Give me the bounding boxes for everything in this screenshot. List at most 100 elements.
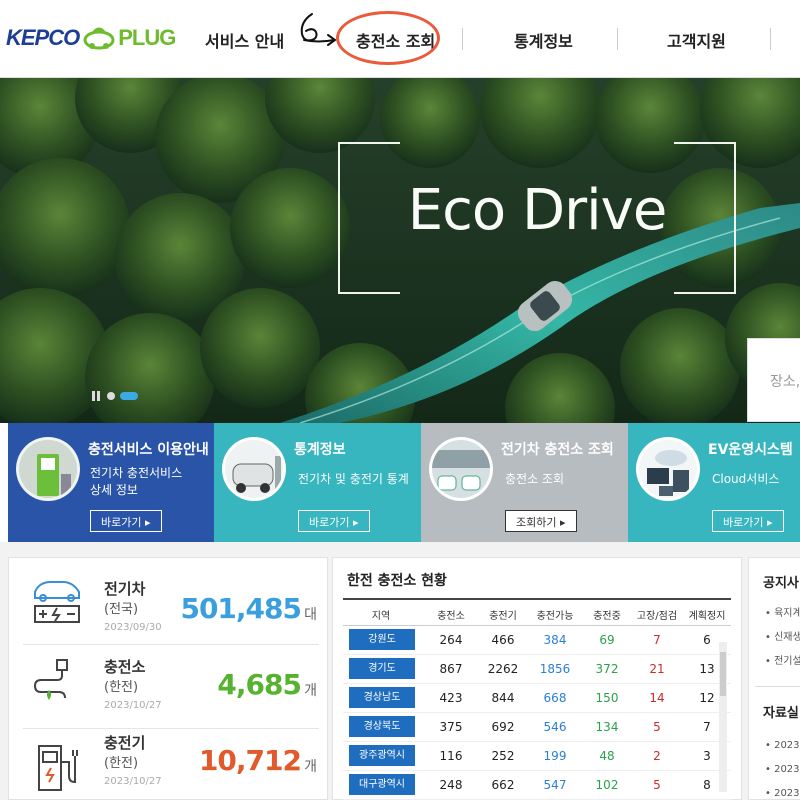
notice-item[interactable]: • 전기설 [765,652,800,667]
stat-charging-stations: 충전소 (한전) 2023/10/27 4,685 개 [9,648,329,728]
logo-kepco-text: KEPCO [6,25,80,50]
kepco-station-status-panel: 한전 충전소 현황 지역 충전소 충전기 충전가능 충전중 고장/점검 계획정지… [332,557,742,800]
card-desc: 전기차 충전서비스 [90,466,183,480]
stat-value: 10,712 [198,744,302,777]
table-row: 경기도 867 2262 1856 372 21 13 [343,655,731,684]
cell-broken: 7 [653,633,661,647]
cell-available: 384 [543,633,567,647]
cell-broken: 5 [653,778,661,792]
stat-date: 2023/09/30 [104,622,162,633]
resource-item[interactable]: • 2023년 [765,736,800,751]
cell-broken: 5 [653,720,661,734]
stat-unit: 개 [304,759,317,775]
search-shortcut-button[interactable]: 조회하기 ▸ [505,510,577,532]
ev-charger-icon [38,745,78,791]
car-battery-icon [34,581,80,623]
cell-chargers: 844 [491,691,515,705]
hero-title: Eco Drive [407,178,668,243]
panel-title: 한전 충전소 현황 [347,573,447,589]
region-button[interactable]: 경기도 [349,658,415,679]
cell-available: 547 [543,778,567,792]
stat-scope: (전국) [104,602,139,617]
cell-charging: 372 [595,662,619,676]
card-statistics[interactable]: 통계정보 전기차 및 충전기 통계 바로가기 ▸ [214,423,421,542]
table-scrollbar[interactable] [719,642,727,792]
stat-scope: (한전) [104,756,139,771]
place-search-input[interactable]: 장소, [747,338,800,422]
cell-available: 546 [543,720,567,734]
stat-label: 충전기 [104,734,146,752]
scrollbar-thumb[interactable] [720,652,726,696]
site-header: KEPCO PLUG 서비스 안내 충전소 조회 통계정보 고객지원 [0,0,800,78]
slider-dot[interactable] [107,392,115,400]
column-header: 고장/점검 [636,611,678,622]
card-desc: Cloud서비스 [712,472,780,486]
column-header: 계획정지 [688,611,726,622]
cell-chargers: 466 [491,633,515,647]
shortcut-button[interactable]: 바로가기 ▸ [90,510,162,532]
charging-station-photo [16,437,80,501]
stat-date: 2023/10/27 [104,776,162,787]
cell-stations: 248 [439,778,463,792]
nav-service-guide[interactable]: 서비스 안내 [205,28,284,52]
annotation-highlight-circle [336,11,440,65]
shortcut-button[interactable]: 바로가기 ▸ [298,510,370,532]
card-service-guide[interactable]: 충전서비스 이용안내 전기차 충전서비스 상세 정보 바로가기 ▸ [8,423,214,542]
pause-icon[interactable] [92,391,102,401]
slider-dot-active[interactable] [120,392,138,400]
resource-item[interactable]: • 2023년 [765,784,800,799]
region-button[interactable]: 경상남도 [349,687,415,708]
cell-chargers: 662 [491,778,515,792]
cell-chargers: 692 [491,720,515,734]
ev-charging-photo [222,437,286,501]
cell-chargers: 2262 [487,662,519,676]
card-desc: 충전소 조회 [505,472,565,486]
cell-broken: 21 [649,662,665,676]
cell-stations: 116 [439,749,463,763]
cell-available: 1856 [539,662,571,676]
stat-divider [23,644,319,645]
stat-chargers: 충전기 (한전) 2023/10/27 10,712 개 [9,732,329,800]
cell-broken: 2 [653,749,661,763]
card-title: 전기차 충전소 조회 [501,442,614,458]
resource-item[interactable]: • 2023년 [765,760,800,775]
resources-title[interactable]: 자료실 [763,702,799,721]
table-row: 대구광역시 248 662 547 102 5 8 [343,771,731,800]
column-header: 충전소 [437,611,465,622]
search-placeholder: 장소, [770,374,800,390]
card-title: EV운영시스템 [708,442,793,458]
cloud-devices-photo [636,437,700,501]
notice-item[interactable]: • 신재생 [765,628,800,643]
table-row: 경상북도 375 692 546 134 5 7 [343,713,731,742]
notice-title[interactable]: 공지사 [763,572,799,591]
stat-electric-vehicles: 전기차 (전국) 2023/09/30 501,485 대 [9,566,329,646]
cell-charging: 150 [595,691,619,705]
nav-customer-support[interactable]: 고객지원 [667,28,726,52]
nav-statistics[interactable]: 통계정보 [514,28,573,52]
card-station-search[interactable]: 전기차 충전소 조회 충전소 조회 조회하기 ▸ [421,423,628,542]
table-row: 강원도 264 466 384 69 7 6 [343,626,731,655]
stat-scope: (한전) [104,680,139,695]
cell-charging: 48 [599,749,615,763]
shortcut-button[interactable]: 바로가기 ▸ [712,510,784,532]
cell-available: 668 [543,691,567,705]
kepco-plug-logo[interactable]: KEPCO PLUG [6,22,176,54]
table-row: 광주광역시 116 252 199 48 2 3 [343,742,731,771]
card-ev-operating-system[interactable]: EV운영시스템 Cloud서비스 바로가기 ▸ [628,423,800,542]
column-header: 충전기 [489,611,517,622]
notice-item[interactable]: • 육지계 [765,604,800,619]
notice-panel: 공지사 • 육지계 • 신재생 • 전기설 자료실 • 2023년 • 2023… [748,557,800,800]
cell-stations: 867 [439,662,463,676]
stat-value: 501,485 [180,592,302,625]
card-desc: 전기차 및 충전기 통계 [298,472,409,486]
region-button[interactable]: 강원도 [349,629,415,650]
hero-banner: Eco Drive [0,78,800,423]
stat-value: 4,685 [217,668,302,701]
stat-date: 2023/10/27 [104,700,162,711]
region-button[interactable]: 경상북도 [349,716,415,737]
region-button[interactable]: 대구광역시 [349,774,415,795]
region-button[interactable]: 광주광역시 [349,745,415,766]
notice-divider [755,686,800,687]
charging-station-map-icon [33,659,68,700]
column-header: 지역 [371,611,391,622]
